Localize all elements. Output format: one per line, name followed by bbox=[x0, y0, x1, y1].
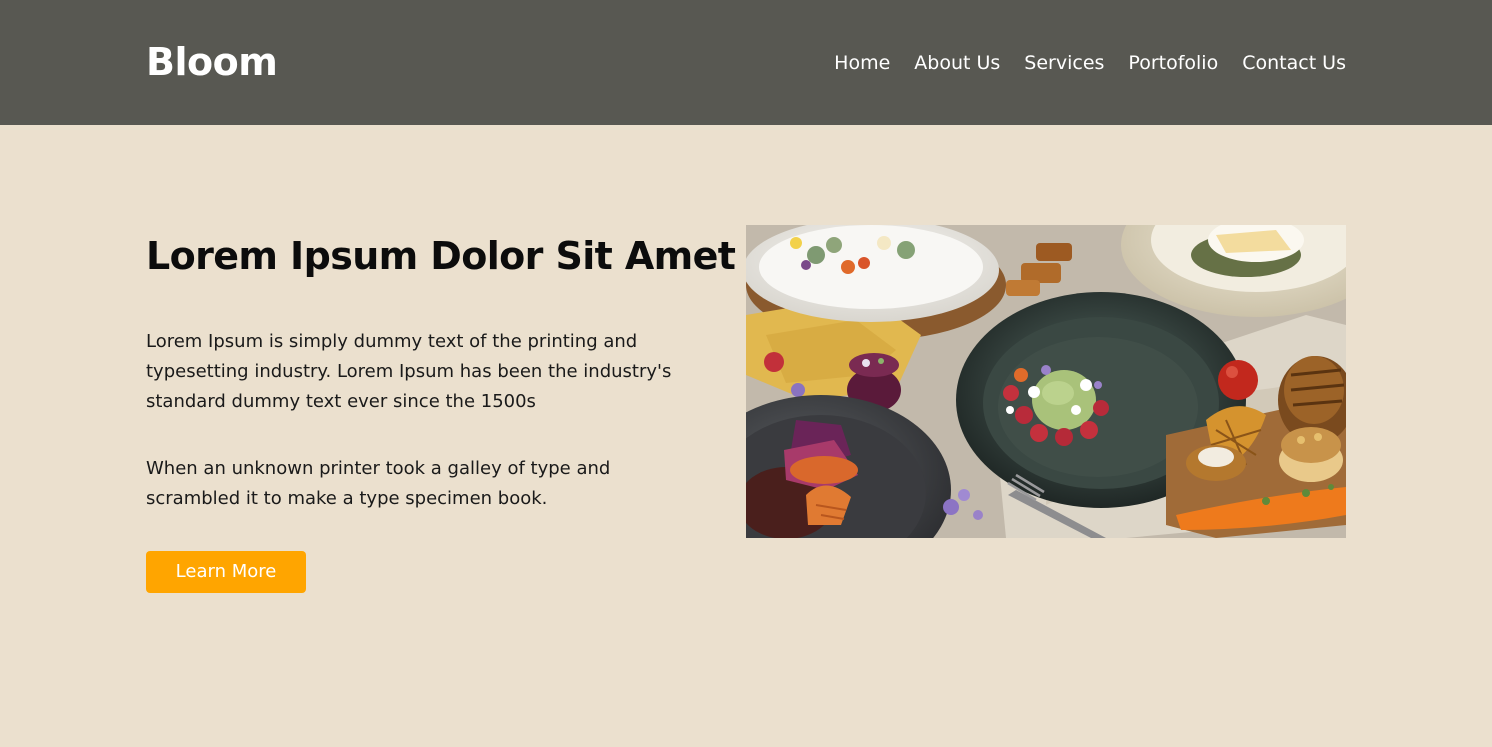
main-nav: Home About Us Services Portofolio Contac… bbox=[834, 50, 1346, 76]
nav-home[interactable]: Home bbox=[834, 50, 890, 76]
nav-portfolio[interactable]: Portofolio bbox=[1128, 50, 1218, 76]
hero-title: Lorem Ipsum Dolor Sit Amet bbox=[146, 234, 736, 278]
hero-paragraph-1: Lorem Ipsum is simply dummy text of the … bbox=[146, 331, 672, 412]
hero-paragraph-2: When an unknown printer took a galley of… bbox=[146, 458, 611, 509]
hero-text-column: Lorem Ipsum Dolor Sit Amet Lorem Ipsum i… bbox=[146, 229, 736, 593]
nav-about-us[interactable]: About Us bbox=[914, 50, 1000, 76]
site-header: Bloom Home About Us Services Portofolio … bbox=[0, 0, 1492, 125]
nav-services[interactable]: Services bbox=[1024, 50, 1104, 76]
learn-more-button[interactable]: Learn More bbox=[146, 551, 306, 593]
hero-food-image bbox=[746, 225, 1346, 538]
nav-contact-us[interactable]: Contact Us bbox=[1242, 50, 1346, 76]
site-logo[interactable]: Bloom bbox=[146, 39, 278, 85]
hero-section: Lorem Ipsum Dolor Sit Amet Lorem Ipsum i… bbox=[0, 125, 1492, 747]
